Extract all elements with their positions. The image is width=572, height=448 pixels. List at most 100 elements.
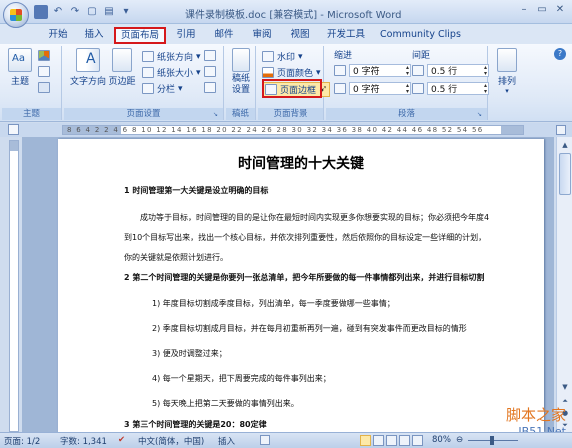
theme-colors-button[interactable] [38, 50, 50, 61]
body-line-1: 成功等于目标，时间管理的目的是让你在最短时间内实现更多你想要实现的目标；你必须把… [140, 213, 490, 222]
size-icon [142, 67, 154, 78]
zoom-out-icon[interactable]: ⊖ [456, 435, 463, 445]
tab-home[interactable]: 开始 [44, 27, 72, 44]
arrange-label: 排列 [497, 77, 516, 87]
view-buttons [360, 435, 423, 446]
qat-dropdown-icon[interactable]: ▾ [119, 5, 133, 19]
page-color-button[interactable]: 页面颜色 ▾ [262, 66, 321, 79]
help-icon[interactable]: ? [554, 48, 566, 60]
orientation-button[interactable]: 纸张方向 ▾ [142, 50, 201, 63]
status-page[interactable]: 页面: 1/2 [4, 435, 40, 447]
indent-right-input[interactable]: 0 字符 ▴ ▾ [349, 82, 411, 95]
heading-1: 1 时间管理第一大关键是设立明确的目标 [124, 186, 269, 195]
group-label-page-background: 页面背景 [258, 108, 323, 120]
tab-page-layout[interactable]: 页面布局 [114, 27, 166, 44]
indent-heading: 缩进 [334, 51, 353, 61]
indent-left-input[interactable]: 0 字符 ▴ ▾ [349, 64, 411, 77]
group-label-paragraph: 段落 [326, 108, 487, 120]
document-page[interactable]: 时间管理的十大关键 1 时间管理第一大关键是设立明确的目标 成功等于目标，时间管… [58, 139, 544, 432]
margins-button[interactable]: 页边距 [106, 48, 138, 87]
office-button[interactable] [3, 2, 29, 28]
group-label-theme: 主题 [2, 108, 61, 120]
manuscript-icon [232, 48, 250, 72]
watermark-line1: 脚本之家 [505, 406, 566, 424]
line-numbers-icon[interactable] [204, 66, 216, 77]
heading-2: 2 第二个时间管理的关键是你要列一张总清单，把今年所要做的每一件事情都列出来，并… [124, 273, 485, 282]
spacing-before-input[interactable]: 0.5 行 ▴ ▾ [427, 64, 489, 77]
scroll-up-icon[interactable]: ▲ [558, 139, 572, 151]
watermark-button[interactable]: 水印 ▾ [262, 50, 303, 63]
status-words[interactable]: 字数: 1,341 [60, 435, 107, 447]
text-direction-button[interactable]: A 文字方向 [68, 48, 108, 87]
list-item-5: 5) 每天晚上把第二天要做的事情列出来。 [152, 399, 299, 408]
orientation-label: 纸张方向 [157, 53, 194, 63]
columns-button[interactable]: 分栏 ▾ [142, 82, 183, 95]
zoom-slider-thumb[interactable] [490, 436, 494, 445]
indent-right-row: 0 字符 ▴ ▾ [334, 82, 411, 95]
scroll-thumb[interactable] [559, 153, 571, 195]
theme-effects-button[interactable] [38, 82, 50, 93]
draft-icon[interactable] [412, 435, 423, 446]
theme-fonts-button[interactable] [38, 66, 50, 77]
group-manuscript: 稿纸 设置 稿纸 [226, 46, 256, 120]
macro-record-icon[interactable] [260, 435, 270, 445]
status-insert-mode[interactable]: 插入 [218, 435, 235, 447]
undo-icon[interactable]: ↶ [51, 5, 65, 19]
arrange-dropdown-icon: ▾ [505, 87, 509, 95]
redo-icon[interactable]: ↷ [68, 5, 82, 19]
spacing-heading: 间距 [412, 51, 431, 61]
manuscript-settings-button[interactable]: 稿纸 设置 [228, 48, 254, 96]
theme-icon: Aa [8, 48, 32, 72]
view-ruler-icon[interactable] [556, 125, 566, 135]
tab-mailings[interactable]: 邮件 [210, 27, 238, 44]
tab-developer[interactable]: 开发工具 [322, 27, 370, 44]
theme-colors-icon [38, 50, 50, 61]
group-label-manuscript: 稿纸 [226, 108, 255, 120]
group-paragraph: 缩进 间距 0 字符 ▴ ▾ 0 字符 ▴ ▾ 0.5 行 ▴ ▾ 0.5 行 ▴ ▾ 段落 ↘ [326, 46, 489, 120]
indent-right-icon [334, 83, 346, 94]
maximize-icon[interactable]: ▭ [534, 3, 550, 18]
list-item-4: 4) 每一个星期天，把下周要完成的每件事列出来； [152, 374, 331, 383]
outline-icon[interactable] [399, 435, 410, 446]
margins-icon [112, 48, 132, 72]
paragraph-launcher-icon[interactable]: ↘ [477, 111, 485, 119]
page-setup-launcher-icon[interactable]: ↘ [213, 111, 221, 119]
size-button[interactable]: 纸张大小 ▾ [142, 66, 201, 79]
vertical-scrollbar[interactable]: ▲ ▼ ⏶ ● ⏷ [556, 137, 572, 432]
manuscript-line1: 稿纸 [231, 74, 250, 84]
spacing-after-input[interactable]: 0.5 行 ▴ ▾ [427, 82, 489, 95]
highlight-box [262, 79, 322, 98]
tab-selector-icon[interactable] [8, 124, 19, 135]
tab-references[interactable]: 引用 [172, 27, 200, 44]
horizontal-ruler[interactable]: 8 6 4 2 2 4 6 8 10 12 14 16 18 20 22 24 … [62, 125, 524, 135]
breaks-icon[interactable] [204, 50, 216, 61]
save-icon[interactable] [34, 5, 48, 19]
zoom-level[interactable]: 80% [432, 435, 451, 445]
print-layout-icon[interactable] [360, 435, 371, 446]
scroll-down-icon[interactable]: ▼ [558, 381, 572, 393]
tab-community-clips[interactable]: Community Clips [380, 27, 461, 44]
vertical-ruler[interactable] [9, 140, 19, 432]
tab-review[interactable]: 审阅 [248, 27, 276, 44]
minimize-icon[interactable]: – [516, 3, 532, 18]
window-title: 课件录制模板.doc [兼容模式] - Microsoft Word [185, 10, 402, 21]
text-direction-icon: A [76, 48, 100, 72]
list-item-1: 1) 年度目标切割成季度目标，列出清单，每一季度要做哪一些事情； [152, 299, 395, 308]
theme-fonts-icon [38, 66, 50, 77]
close-icon[interactable]: ✕ [552, 3, 568, 18]
theme-effects-icon [38, 82, 50, 93]
text-direction-label: 文字方向 [69, 77, 106, 87]
print-icon[interactable]: ▤ [102, 5, 116, 19]
tab-view[interactable]: 视图 [286, 27, 314, 44]
new-doc-icon[interactable]: ▢ [85, 5, 99, 19]
theme-button[interactable]: Aa 主题 [6, 48, 34, 87]
columns-icon [142, 83, 154, 94]
proofing-icon[interactable]: ✔ [118, 435, 125, 445]
hyphenation-icon[interactable] [204, 82, 216, 93]
web-layout-icon[interactable] [386, 435, 397, 446]
tab-insert[interactable]: 插入 [80, 27, 108, 44]
reading-layout-icon[interactable] [373, 435, 384, 446]
status-language[interactable]: 中文(简体，中国) [138, 435, 204, 447]
arrange-button[interactable]: 排列 ▾ [494, 48, 520, 95]
group-page-background: 水印 ▾ 页面颜色 ▾ 页面边框 ➹ 页面背景 [258, 46, 331, 120]
